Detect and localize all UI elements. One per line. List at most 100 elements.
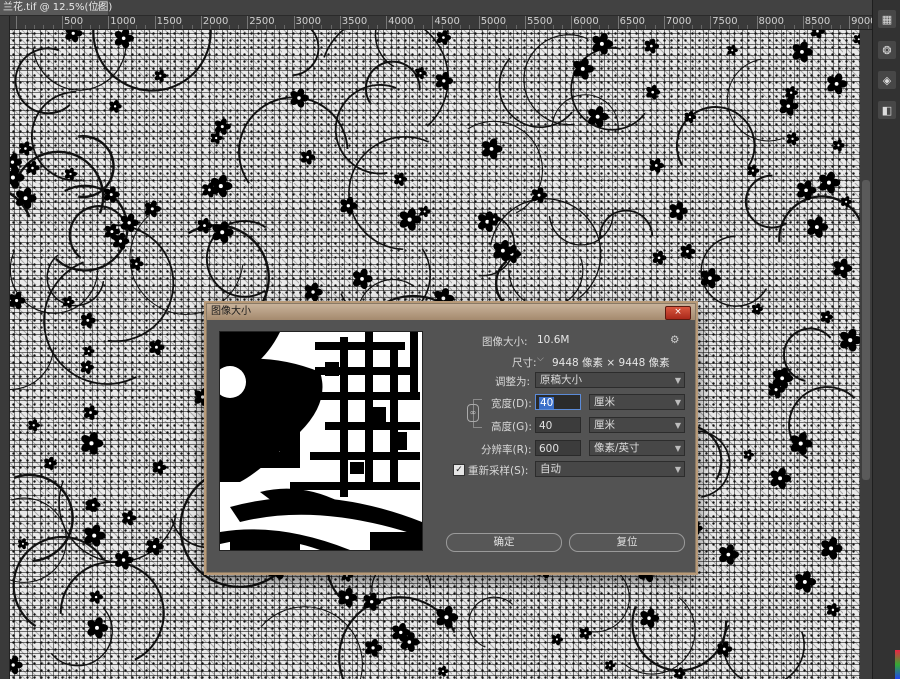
pattern-flower — [301, 149, 316, 165]
ruler-minor-tick — [182, 25, 184, 29]
ruler-minor-tick — [654, 25, 656, 29]
pattern-swirl — [374, 30, 449, 68]
pattern-swirl — [323, 30, 449, 127]
pattern-swirl — [726, 58, 783, 142]
pattern-flower — [810, 30, 826, 39]
ruler-minor-tick — [43, 25, 45, 29]
ruler-label: 1500 — [156, 16, 183, 27]
ruler-label: 6500 — [619, 16, 646, 27]
scrollbar-thumb[interactable] — [862, 180, 870, 480]
ruler-minor-tick — [237, 25, 239, 29]
resample-method-select[interactable]: 自动 ▼ — [535, 461, 685, 477]
pattern-flower — [438, 665, 449, 677]
height-input[interactable]: 40 — [535, 417, 581, 433]
fit-to-select[interactable]: 原稿大小 ▼ — [535, 372, 685, 388]
pattern-swirl — [744, 174, 788, 229]
pattern-swirl — [722, 624, 805, 679]
chevron-down-icon: ▼ — [674, 444, 681, 453]
document-tab[interactable]: 兰花.tif @ 12.5%(位图) × — [0, 0, 112, 15]
resolution-unit-value: 像素/英寸 — [594, 442, 640, 454]
pattern-flower — [840, 328, 860, 352]
ruler-label: 4500 — [434, 16, 460, 27]
close-tab-icon[interactable]: × — [96, 0, 104, 15]
settings-gear-icon[interactable]: ⚙ — [670, 334, 679, 346]
dialog-close-button[interactable]: × — [665, 306, 691, 320]
pattern-flower — [795, 571, 817, 593]
pattern-swirl — [46, 254, 105, 307]
color-swatch[interactable] — [895, 650, 900, 679]
pattern-flower — [482, 138, 503, 160]
ruler-minor-tick — [562, 25, 564, 29]
panel-dock: ▦ ❂ ◈ ◧ — [872, 0, 900, 679]
dialog-title-bar[interactable]: 图像大小 — [207, 304, 695, 320]
pattern-swirl — [578, 563, 630, 633]
pattern-flower — [120, 213, 139, 233]
ruler-minor-tick — [34, 25, 36, 29]
pattern-flower — [832, 139, 845, 152]
horizontal-ruler[interactable]: 500 1000 1500 2000 2500 3000 3500 4000 4500 5000 5… — [10, 16, 877, 30]
pattern-swirl — [260, 606, 363, 679]
pattern-flower — [419, 205, 431, 218]
ruler-tick — [15, 16, 17, 29]
ruler-minor-tick — [376, 25, 378, 29]
reset-button[interactable]: 复位 — [569, 533, 685, 552]
ruler-minor-tick — [793, 25, 795, 29]
grid-icon[interactable]: ▦ — [878, 10, 896, 28]
image-size-value: 10.6M — [537, 334, 570, 346]
pattern-flower — [652, 250, 667, 265]
width-input[interactable]: 40 — [535, 394, 581, 410]
ruler-minor-tick — [515, 25, 517, 29]
pattern-swirl — [14, 47, 71, 115]
ruler-minor-tick — [274, 25, 276, 29]
width-unit-value: 厘米 — [594, 396, 615, 408]
pattern-flower — [28, 419, 41, 432]
pattern-flower — [154, 69, 167, 83]
ruler-minor-tick — [552, 25, 554, 29]
pattern-swirl — [348, 136, 429, 251]
pattern-flower — [87, 617, 109, 639]
resample-checkbox[interactable]: ✓ — [453, 464, 465, 476]
ruler-minor-tick — [747, 25, 749, 29]
pattern-flower — [114, 30, 134, 49]
ruler-minor-tick — [469, 25, 471, 29]
ruler-minor-tick — [645, 25, 647, 29]
pattern-flower — [640, 608, 660, 628]
width-label: 宽度(D): — [491, 398, 532, 410]
channels-icon[interactable]: ❂ — [878, 41, 896, 59]
ruler-minor-tick — [700, 25, 702, 29]
ruler-minor-tick — [830, 25, 832, 29]
ruler-minor-tick — [839, 25, 841, 29]
pattern-flower — [790, 432, 813, 455]
image-preview[interactable] — [219, 331, 423, 551]
pattern-flower — [719, 544, 740, 565]
dimensions-dropdown-icon[interactable]: ⌵ — [537, 354, 544, 364]
ruler-label: 1000 — [110, 16, 136, 27]
pattern-swirl — [238, 96, 349, 184]
link-proportions-icon[interactable]: ∞ — [467, 404, 479, 422]
pattern-swirl — [92, 30, 212, 92]
resolution-input[interactable]: 600 — [535, 440, 581, 456]
ruler-minor-tick — [599, 25, 601, 29]
chevron-down-icon: ▼ — [674, 398, 681, 407]
pattern-flower — [435, 71, 454, 90]
pattern-flower — [644, 38, 660, 54]
pattern-flower — [531, 187, 548, 204]
width-unit-select[interactable]: 厘米 ▼ — [589, 394, 685, 410]
layers-icon[interactable]: ◈ — [878, 71, 896, 89]
pattern-flower — [197, 217, 213, 234]
vertical-ruler[interactable] — [0, 16, 10, 679]
resolution-unit-select[interactable]: 像素/英寸 ▼ — [589, 440, 685, 456]
height-unit-select[interactable]: 厘米 ▼ — [589, 417, 685, 433]
height-value: 40 — [539, 420, 553, 432]
properties-icon[interactable]: ◧ — [878, 101, 896, 119]
pattern-flower — [340, 196, 358, 215]
pattern-flower — [646, 84, 661, 100]
vertical-scrollbar[interactable] — [860, 30, 872, 679]
ok-button[interactable]: 确定 — [446, 533, 562, 552]
pattern-flower — [210, 131, 223, 145]
ruler-minor-tick — [89, 25, 91, 29]
pattern-flower — [786, 132, 800, 146]
ruler-minor-tick — [145, 25, 147, 29]
pattern-swirl — [599, 209, 654, 239]
resample-label: 重新采样(S): — [468, 465, 529, 477]
